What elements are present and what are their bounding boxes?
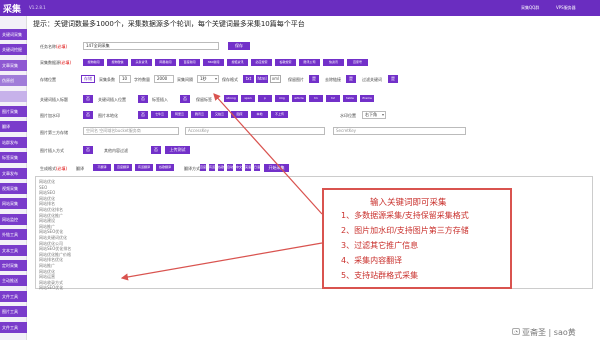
callout-item: 1、多数据源采集/支持保留采集格式: [341, 211, 469, 220]
callout-item: 2、图片加水印/支持图片第三方存储: [341, 226, 469, 235]
arrow-to-keywords: [120, 242, 323, 281]
callout-item: 4、采集内容翻译: [341, 256, 403, 265]
arrow-to-settings: [213, 93, 323, 215]
chat-icon: ◔: [512, 328, 520, 335]
callout-title: 输入关键词即可采集: [370, 198, 447, 208]
watermark-text: 亚斋圣 | sao黄: [522, 328, 576, 337]
feature-callout: 输入关键词即可采集 1、多数据源采集/支持保留采集格式 2、图片加水印/支持图片…: [322, 188, 512, 289]
callout-item: 5、支持站群格式采集: [341, 271, 419, 280]
annotation-arrows: [120, 93, 323, 281]
callout-item: 3、过滤其它推广信息: [341, 241, 419, 250]
